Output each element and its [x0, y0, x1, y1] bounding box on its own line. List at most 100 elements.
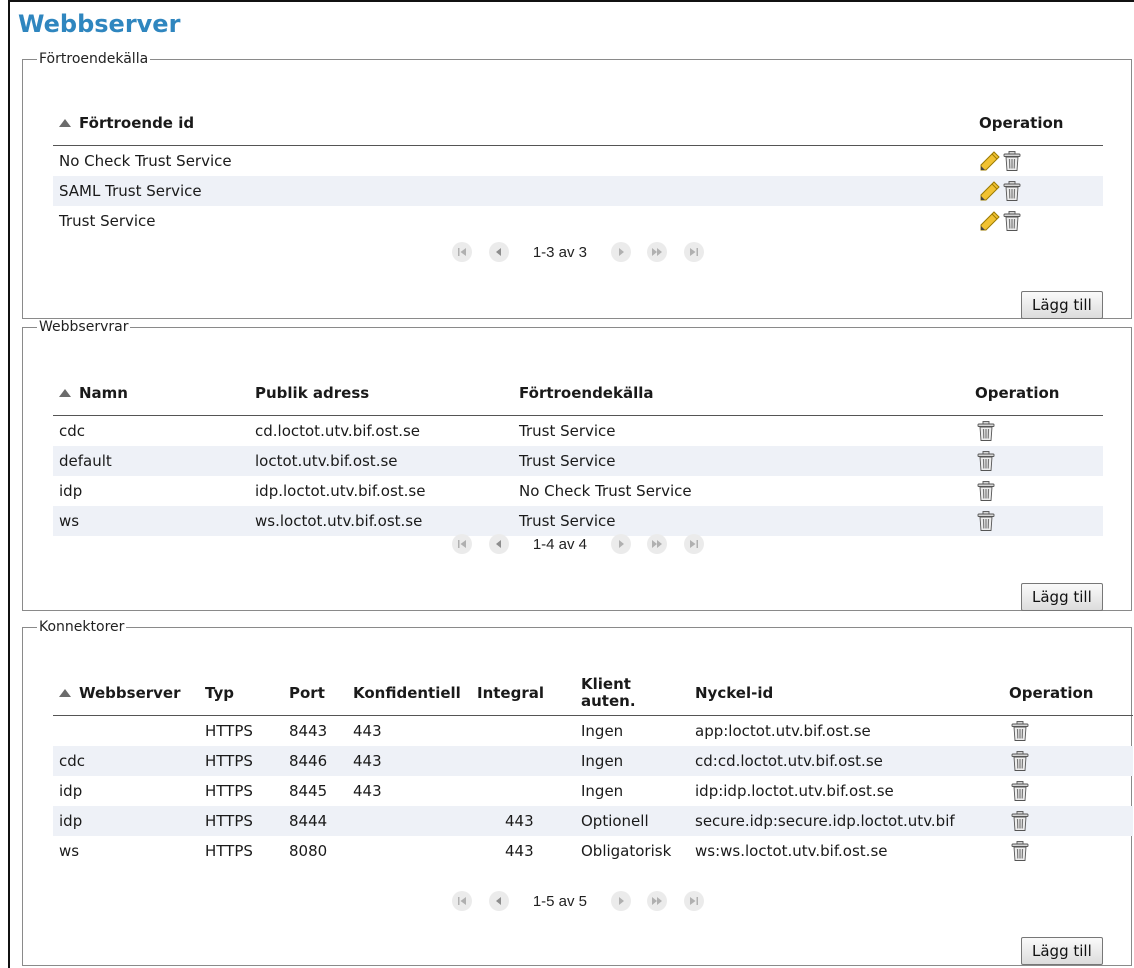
trust-source-cell: No Check Trust Service	[519, 482, 692, 500]
operation-cell	[969, 446, 1103, 476]
table-row[interactable]: ws ws.loctot.utv.bif.ost.se Trust Service	[53, 506, 1103, 536]
integral-cell	[471, 776, 575, 806]
last-page-icon	[689, 248, 698, 256]
column-header-confidential[interactable]: Konfidentiell	[347, 671, 471, 716]
column-header-key-id[interactable]: Nyckel-id	[689, 671, 1003, 716]
first-page-button[interactable]	[452, 891, 473, 911]
fast-forward-icon	[652, 897, 663, 905]
key-id-cell: cd:cd.loctot.utv.bif.ost.se	[689, 746, 1003, 776]
table-row[interactable]: default loctot.utv.bif.ost.se Trust Servic…	[53, 446, 1103, 476]
delete-button[interactable]	[1009, 811, 1031, 831]
sort-up-icon	[59, 119, 71, 127]
table-row[interactable]: cdc cd.loctot.utv.bif.ost.se Trust Service	[53, 416, 1103, 447]
prev-page-icon	[495, 540, 501, 548]
type-cell: HTTPS	[205, 722, 253, 740]
trash-icon	[1011, 841, 1029, 861]
fast-forward-button[interactable]	[647, 242, 668, 262]
delete-button[interactable]	[1009, 841, 1031, 861]
delete-button[interactable]	[975, 421, 997, 441]
table-header-row: Förtroende id Operation	[53, 101, 1103, 146]
delete-button[interactable]	[1009, 721, 1031, 741]
key-id-cell: secure.idp:secure.idp.loctot.utv.bif	[689, 806, 1003, 836]
client-auth-cell: Optionell	[575, 806, 689, 836]
operation-cell	[973, 176, 1103, 206]
column-header-trust-id[interactable]: Förtroende id	[53, 101, 973, 146]
next-page-button[interactable]	[611, 242, 632, 262]
trash-icon	[977, 481, 995, 501]
client-auth-cell: Ingen	[581, 722, 624, 740]
key-id-cell: ws:ws.loctot.utv.bif.ost.se	[695, 842, 888, 860]
name-cell: cdc	[59, 422, 86, 440]
edit-button[interactable]	[979, 181, 1001, 201]
trust-source-section: Förtroendekälla Förtroende id Operation …	[22, 51, 1132, 319]
table-row[interactable]: No Check Trust Service	[53, 146, 1103, 177]
column-header-trust-source[interactable]: Förtroendekälla	[513, 371, 969, 416]
delete-button[interactable]	[975, 481, 997, 501]
trust-pager: 1-3 av 3	[23, 242, 1133, 266]
fast-forward-icon	[652, 248, 663, 256]
prev-page-button[interactable]	[488, 242, 509, 262]
fast-forward-button[interactable]	[647, 891, 668, 911]
delete-button[interactable]	[1009, 751, 1031, 771]
delete-button[interactable]	[975, 451, 997, 471]
connectors-pager: 1-5 av 5	[23, 891, 1133, 915]
delete-button[interactable]	[975, 511, 997, 531]
trust-source-legend: Förtroendekälla	[39, 51, 149, 67]
table-row[interactable]: ws HTTPS 8080 443 Obligatorisk ws:ws.loctot.u…	[53, 836, 1133, 866]
trash-icon	[977, 511, 995, 531]
next-page-button[interactable]	[611, 534, 632, 554]
column-header-type[interactable]: Typ	[199, 671, 283, 716]
last-page-icon	[689, 540, 698, 548]
table-row[interactable]: Trust Service	[53, 206, 1103, 236]
next-page-icon	[619, 248, 625, 256]
integral-cell: 443	[471, 806, 575, 836]
table-row[interactable]: idp HTTPS 8445 443 Ingen idp:idp.loctot.utv.b…	[53, 776, 1133, 806]
prev-page-icon	[495, 248, 501, 256]
table-row[interactable]: HTTPS 8443 443 Ingen app:loctot.utv.bif.ost.…	[53, 716, 1133, 747]
edit-button[interactable]	[979, 151, 1001, 171]
column-header-port[interactable]: Port	[283, 671, 347, 716]
webserver-cell: idp	[59, 782, 83, 800]
add-trust-source-button[interactable]: Lägg till	[1021, 291, 1103, 319]
table-row[interactable]: cdc HTTPS 8446 443 Ingen cd:cd.loctot.utv.bif…	[53, 746, 1133, 776]
last-page-button[interactable]	[683, 242, 704, 262]
add-connector-button[interactable]: Lägg till	[1021, 937, 1103, 965]
delete-button[interactable]	[1001, 151, 1023, 171]
operation-cell	[969, 416, 1103, 447]
table-row[interactable]: idp idp.loctot.utv.bif.ost.se No Check Tru…	[53, 476, 1103, 506]
fast-forward-button[interactable]	[647, 534, 668, 554]
prev-page-button[interactable]	[488, 891, 509, 911]
prev-page-button[interactable]	[488, 534, 509, 554]
confidential-cell: 443	[347, 746, 471, 776]
trash-icon	[977, 451, 995, 471]
trash-icon	[1011, 721, 1029, 741]
delete-button[interactable]	[1009, 781, 1031, 801]
pencil-icon	[980, 151, 1000, 171]
first-page-button[interactable]	[452, 242, 473, 262]
next-page-icon	[619, 540, 625, 548]
prev-page-icon	[495, 897, 501, 905]
webserver-cell: cdc	[53, 746, 199, 776]
column-header-client-auth[interactable]: Klient auten.	[575, 671, 689, 716]
table-row[interactable]: SAML Trust Service	[53, 176, 1103, 206]
port-cell: 8443	[289, 722, 328, 740]
delete-button[interactable]	[1001, 181, 1023, 201]
first-page-button[interactable]	[452, 534, 473, 554]
pager-info: 1-4 av 4	[532, 535, 588, 553]
type-cell: HTTPS	[199, 806, 283, 836]
column-header-webserver[interactable]: Webbserver	[53, 671, 199, 716]
connectors-legend: Konnektorer	[39, 619, 125, 635]
last-page-button[interactable]	[683, 534, 704, 554]
delete-button[interactable]	[1001, 211, 1023, 231]
column-header-name[interactable]: Namn	[53, 371, 249, 416]
trust-id-cell: Trust Service	[59, 212, 156, 230]
column-header-integral[interactable]: Integral	[471, 671, 575, 716]
last-page-button[interactable]	[683, 891, 704, 911]
table-row[interactable]: idp HTTPS 8444 443 Optionell secure.idp:secur…	[53, 806, 1133, 836]
add-webserver-button[interactable]: Lägg till	[1021, 583, 1103, 611]
integral-cell	[471, 746, 575, 776]
edit-button[interactable]	[979, 211, 1001, 231]
column-header-public-address[interactable]: Publik adress	[249, 371, 513, 416]
connectors-table: Webbserver Typ Port Konfidentiell Integr…	[53, 671, 1133, 866]
next-page-button[interactable]	[611, 891, 632, 911]
